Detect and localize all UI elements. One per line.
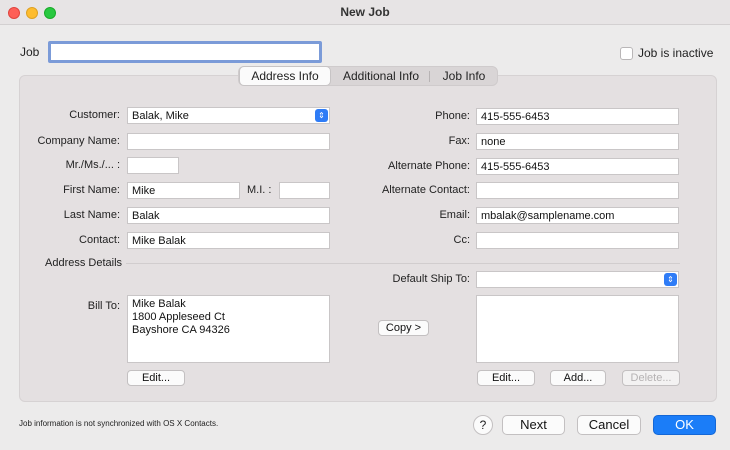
window-title: New Job xyxy=(340,5,390,19)
chevron-updown-icon: ⇕ xyxy=(315,109,328,122)
help-button[interactable]: ? xyxy=(473,415,493,435)
new-job-window: New Job Job Job is inactive Address Info… xyxy=(0,0,730,450)
tab-bar: Address Info Additional Info Job Info xyxy=(238,66,498,86)
sync-note: Job information is not synchronized with… xyxy=(19,419,219,428)
title-bar: New Job xyxy=(0,0,730,25)
address-details-label: Address Details xyxy=(45,257,123,269)
alternate-contact-label: Alternate Contact: xyxy=(381,184,470,196)
bill-to-line: 1800 Appleseed Ct xyxy=(132,311,225,323)
tab-job-info[interactable]: Job Info xyxy=(431,67,497,85)
cc-label: Cc: xyxy=(453,234,471,246)
first-name-label: First Name: xyxy=(63,184,120,196)
chevron-updown-icon: ⇕ xyxy=(664,273,677,286)
first-name-field[interactable]: Mike xyxy=(127,182,240,199)
ok-button[interactable]: OK xyxy=(653,415,716,435)
job-inactive-checkbox[interactable] xyxy=(620,47,633,60)
fax-label: Fax: xyxy=(448,135,470,147)
bill-to-label: Bill To: xyxy=(87,300,120,312)
copy-address-button[interactable]: Copy > xyxy=(378,320,429,336)
address-divider xyxy=(126,263,680,264)
edit-ship-to-button[interactable]: Edit... xyxy=(477,370,535,386)
alternate-phone-field[interactable]: 415-555-6453 xyxy=(476,158,679,175)
alternate-phone-label: Alternate Phone: xyxy=(388,160,470,172)
alternate-contact-field[interactable] xyxy=(476,182,679,199)
contact-field[interactable]: Mike Balak xyxy=(127,232,330,249)
default-ship-to-select[interactable]: ⇕ xyxy=(476,271,679,288)
email-label: Email: xyxy=(439,209,470,221)
last-name-label: Last Name: xyxy=(63,209,120,221)
edit-bill-to-button[interactable]: Edit... xyxy=(127,370,185,386)
cancel-button[interactable]: Cancel xyxy=(577,415,641,435)
company-name-field[interactable] xyxy=(127,133,330,150)
company-name-label: Company Name: xyxy=(37,135,120,147)
last-name-field[interactable]: Balak xyxy=(127,207,330,224)
fax-field[interactable]: none xyxy=(476,133,679,150)
salutation-field[interactable] xyxy=(127,157,179,174)
default-ship-to-label: Default Ship To: xyxy=(392,273,470,285)
bill-to-line: Bayshore CA 94326 xyxy=(132,324,230,336)
tab-separator xyxy=(429,71,430,82)
job-label: Job xyxy=(20,45,40,59)
middle-initial-field[interactable] xyxy=(279,182,330,199)
bill-to-line: Mike Balak xyxy=(132,298,186,310)
delete-ship-to-button[interactable]: Delete... xyxy=(622,370,680,386)
job-inactive-label: Job is inactive xyxy=(638,46,714,60)
salutation-label: Mr./Ms./... : xyxy=(65,159,120,171)
email-field[interactable]: mbalak@samplename.com xyxy=(476,207,679,224)
phone-label: Phone: xyxy=(435,110,470,122)
contact-label: Contact: xyxy=(79,234,120,246)
middle-initial-label: M.I. : xyxy=(247,184,272,196)
customer-label: Customer: xyxy=(69,109,120,121)
bill-to-address[interactable]: Mike Balak 1800 Appleseed Ct Bayshore CA 9… xyxy=(127,295,330,363)
phone-field[interactable]: 415-555-6453 xyxy=(476,108,679,125)
add-ship-to-button[interactable]: Add... xyxy=(550,370,606,386)
next-button[interactable]: Next xyxy=(502,415,565,435)
ship-to-address[interactable] xyxy=(476,295,679,363)
cc-field[interactable] xyxy=(476,232,679,249)
customer-value: Balak, Mike xyxy=(132,110,189,122)
tab-additional-info[interactable]: Additional Info xyxy=(335,67,427,85)
tab-address-info[interactable]: Address Info xyxy=(239,66,331,86)
job-input[interactable] xyxy=(48,41,322,63)
customer-select[interactable]: Balak, Mike ⇕ xyxy=(127,107,330,124)
